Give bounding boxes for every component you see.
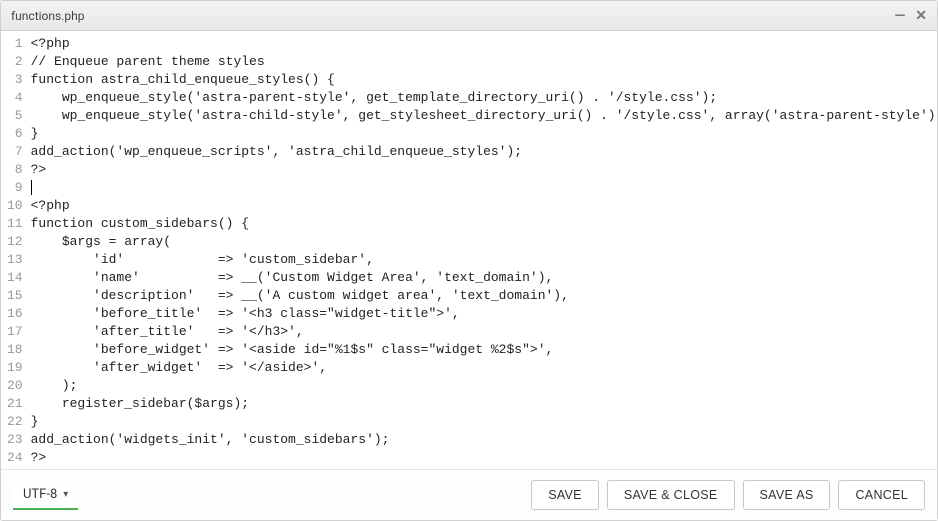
code-line[interactable]: ?> bbox=[31, 449, 937, 467]
code-line[interactable]: <?php bbox=[31, 197, 937, 215]
line-number: 12 bbox=[7, 233, 23, 251]
code-line[interactable]: } bbox=[31, 413, 937, 431]
code-line[interactable]: 'after_widget' => '</aside>', bbox=[31, 359, 937, 377]
line-number: 22 bbox=[7, 413, 23, 431]
code-line[interactable]: // Enqueue parent theme styles bbox=[31, 53, 937, 71]
code-content[interactable]: <?php// Enqueue parent theme stylesfunct… bbox=[31, 35, 937, 469]
line-number: 15 bbox=[7, 287, 23, 305]
line-number: 14 bbox=[7, 269, 23, 287]
line-number: 17 bbox=[7, 323, 23, 341]
footer-bar: UTF-8 ▾ SAVE SAVE & CLOSE SAVE AS CANCEL bbox=[1, 469, 937, 520]
code-line[interactable]: add_action('wp_enqueue_scripts', 'astra_… bbox=[31, 143, 937, 161]
code-line[interactable]: 'id' => 'custom_sidebar', bbox=[31, 251, 937, 269]
code-line[interactable]: $args = array( bbox=[31, 233, 937, 251]
code-line[interactable]: register_sidebar($args); bbox=[31, 395, 937, 413]
line-number: 2 bbox=[7, 53, 23, 71]
code-line[interactable] bbox=[31, 179, 937, 197]
cancel-button[interactable]: CANCEL bbox=[838, 480, 925, 510]
line-number: 13 bbox=[7, 251, 23, 269]
line-number: 16 bbox=[7, 305, 23, 323]
save-button[interactable]: SAVE bbox=[531, 480, 599, 510]
line-number: 11 bbox=[7, 215, 23, 233]
code-line[interactable]: add_action('widgets_init', 'custom_sideb… bbox=[31, 431, 937, 449]
line-number: 20 bbox=[7, 377, 23, 395]
code-line[interactable]: function astra_child_enqueue_styles() { bbox=[31, 71, 937, 89]
code-line[interactable]: 'after_title' => '</h3>', bbox=[31, 323, 937, 341]
line-number: 19 bbox=[7, 359, 23, 377]
line-number: 23 bbox=[7, 431, 23, 449]
code-container[interactable]: 123456789101112131415161718192021222324 … bbox=[1, 31, 937, 469]
editor-window: functions.php — ✕ 1234567891011121314151… bbox=[0, 0, 938, 521]
code-line[interactable]: wp_enqueue_style('astra-parent-style', g… bbox=[31, 89, 937, 107]
chevron-down-icon: ▾ bbox=[63, 489, 68, 500]
line-number: 6 bbox=[7, 125, 23, 143]
titlebar: functions.php — ✕ bbox=[1, 1, 937, 31]
footer-buttons: SAVE SAVE & CLOSE SAVE AS CANCEL bbox=[531, 480, 925, 510]
line-number: 8 bbox=[7, 161, 23, 179]
code-line[interactable]: 'before_widget' => '<aside id="%1$s" cla… bbox=[31, 341, 937, 359]
line-number: 21 bbox=[7, 395, 23, 413]
line-number: 4 bbox=[7, 89, 23, 107]
code-line[interactable]: } bbox=[31, 125, 937, 143]
code-line[interactable]: ); bbox=[31, 377, 937, 395]
code-line[interactable]: 'name' => __('Custom Widget Area', 'text… bbox=[31, 269, 937, 287]
save-close-button[interactable]: SAVE & CLOSE bbox=[607, 480, 735, 510]
minimize-icon[interactable]: — bbox=[895, 9, 906, 23]
code-line[interactable]: ?> bbox=[31, 161, 937, 179]
line-number: 7 bbox=[7, 143, 23, 161]
line-number: 9 bbox=[7, 179, 23, 197]
line-number: 24 bbox=[7, 449, 23, 467]
code-line[interactable]: <?php bbox=[31, 35, 937, 53]
line-number: 1 bbox=[7, 35, 23, 53]
encoding-select[interactable]: UTF-8 ▾ bbox=[13, 481, 78, 510]
save-as-button[interactable]: SAVE AS bbox=[743, 480, 831, 510]
code-line[interactable]: function custom_sidebars() { bbox=[31, 215, 937, 233]
line-number-gutter: 123456789101112131415161718192021222324 bbox=[1, 35, 31, 469]
editor-area[interactable]: 123456789101112131415161718192021222324 … bbox=[1, 31, 937, 469]
line-number: 5 bbox=[7, 107, 23, 125]
code-line[interactable]: wp_enqueue_style('astra-child-style', ge… bbox=[31, 107, 937, 125]
line-number: 3 bbox=[7, 71, 23, 89]
window-controls: — ✕ bbox=[895, 9, 927, 23]
close-icon[interactable]: ✕ bbox=[915, 9, 927, 23]
code-line[interactable]: 'before_title' => '<h3 class="widget-tit… bbox=[31, 305, 937, 323]
window-title: functions.php bbox=[11, 9, 84, 23]
line-number: 18 bbox=[7, 341, 23, 359]
code-line[interactable]: 'description' => __('A custom widget are… bbox=[31, 287, 937, 305]
text-cursor bbox=[31, 180, 32, 195]
encoding-label: UTF-8 bbox=[23, 487, 57, 502]
line-number: 10 bbox=[7, 197, 23, 215]
